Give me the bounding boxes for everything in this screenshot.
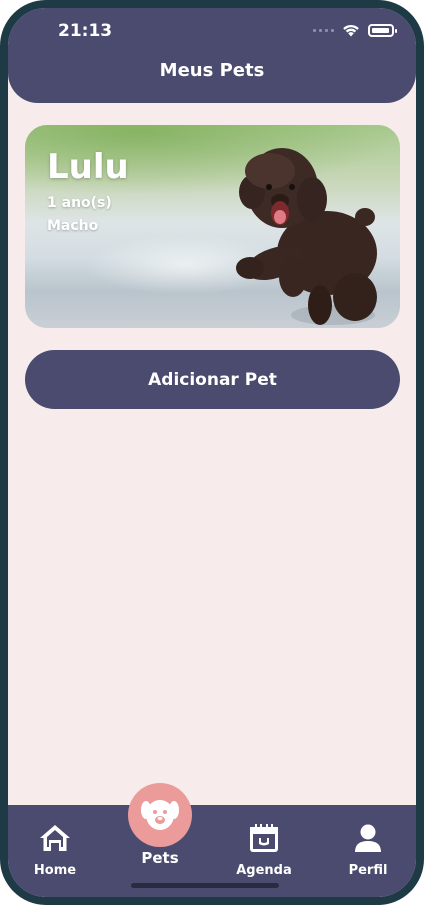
tab-agenda[interactable]: Agenda <box>219 823 309 878</box>
dog-face-icon <box>141 800 179 830</box>
tab-home-label: Home <box>33 863 77 878</box>
tab-pets-label: Pets <box>141 849 179 867</box>
battery-icon <box>368 24 397 37</box>
home-indicator[interactable] <box>131 883 279 888</box>
user-icon <box>355 824 381 852</box>
status-time: 21:13 <box>58 21 113 41</box>
pet-age: 1 ano(s) <box>47 195 112 211</box>
tab-agenda-label: Agenda <box>236 863 292 878</box>
page-title: Meus Pets <box>159 60 265 81</box>
tab-perfil-label: Perfil <box>348 863 388 878</box>
wifi-icon <box>343 24 359 37</box>
tab-pets[interactable]: Pets <box>115 783 205 867</box>
pets-tab-highlight <box>128 783 192 847</box>
add-pet-button[interactable]: Adicionar Pet <box>25 350 400 409</box>
pet-card[interactable]: Lulu 1 ano(s) Macho <box>25 125 400 328</box>
pet-sex: Macho <box>47 218 99 234</box>
dog-photo <box>236 148 377 325</box>
phone-frame: 21:13 Meus Pets Lulu 1 ano(s) Macho Adic… <box>0 0 424 905</box>
tab-home[interactable]: Home <box>10 823 100 878</box>
app-screen: 21:13 Meus Pets Lulu 1 ano(s) Macho Adic… <box>8 8 416 897</box>
calendar-icon <box>250 824 278 852</box>
status-icons <box>313 24 397 37</box>
top-header: 21:13 Meus Pets <box>8 8 416 103</box>
home-icon <box>40 825 70 851</box>
cellular-signal-icon <box>313 29 334 32</box>
pet-name: Lulu <box>47 147 129 187</box>
tab-perfil[interactable]: Perfil <box>323 823 413 878</box>
